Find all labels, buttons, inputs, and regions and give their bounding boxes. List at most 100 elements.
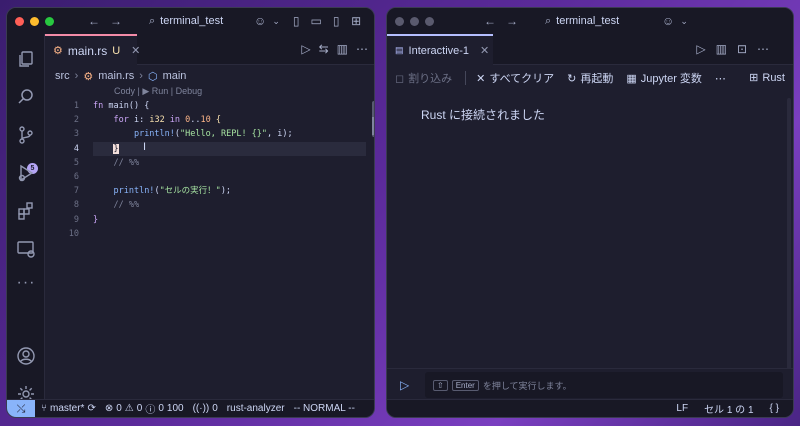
code-editor[interactable]: fn main() { for i: i32 in 0..10 { printl… [93, 99, 366, 241]
restart-button[interactable]: ↻ 再起動 [567, 70, 613, 86]
customize-layout-icon[interactable]: ⊞ [347, 14, 365, 28]
language-braces[interactable]: { } [770, 403, 779, 414]
search-icon: ⌕ [545, 14, 552, 27]
code-line: println!("Hello, REPL! {}", i); [133, 129, 293, 140]
remote-explorer-icon[interactable] [16, 239, 36, 259]
editor-window: ← → ⌕ terminal_test ☺ ⌄ ▯ ▭ ▯ ⊞ 5 ··· ⚙ … [6, 7, 375, 418]
line-number: 8 [73, 200, 79, 211]
minimize-window-button[interactable] [30, 16, 39, 26]
tab-untracked-badge: U [112, 44, 121, 57]
more-actions-icon[interactable]: ⋯ [757, 42, 769, 56]
more-icon[interactable]: ··· [16, 274, 36, 294]
remote-indicator-icon[interactable]: ⤯ [7, 399, 35, 417]
breadcrumb-file[interactable]: main.rs [98, 70, 134, 82]
maximize-window-button[interactable] [425, 16, 434, 26]
rust-analyzer-status[interactable]: rust-analyzer [227, 403, 285, 414]
tab-label: Interactive-1 [408, 44, 470, 57]
broadcast-icon: ((·)) [192, 403, 210, 414]
line-number: 7 [73, 186, 79, 197]
close-window-button[interactable] [395, 16, 404, 26]
tab-interactive-1[interactable]: ▤ Interactive-1 ✕ [387, 34, 493, 65]
toggle-panel-icon[interactable]: ▭ [307, 14, 325, 28]
search-icon[interactable] [16, 87, 36, 107]
minimize-window-button[interactable] [410, 16, 419, 26]
window-title: terminal_test [556, 15, 620, 27]
more-actions-icon[interactable]: ⋯ [356, 42, 368, 56]
variables-button[interactable]: ▦ Jupyter 変数 [626, 70, 702, 86]
command-center-search[interactable]: ⌕ terminal_test [535, 12, 629, 30]
explorer-icon[interactable] [16, 49, 36, 69]
lock-icon[interactable]: ⊡ [737, 42, 747, 56]
close-icon[interactable]: ✕ [131, 44, 140, 57]
sync-icon: ⟳ [87, 403, 96, 414]
breadcrumb-symbol[interactable]: main [163, 70, 187, 82]
accounts-icon[interactable] [16, 346, 36, 366]
more-toolbar-button[interactable]: ⋯ [715, 72, 726, 85]
chevron-down-icon[interactable]: ⌄ [267, 16, 285, 27]
input-editor[interactable]: ⇧ Enter を押して実行します。 [425, 372, 783, 398]
title-bar: ← → ⌕ terminal_test ☺ ⌄ [387, 8, 793, 34]
split-editor-icon[interactable]: ▥ [716, 42, 727, 56]
text-cursor: } [113, 143, 119, 154]
extensions-icon[interactable] [16, 201, 36, 221]
stop-icon: ◻ [395, 72, 405, 85]
command-center-search[interactable]: ⌕ terminal_test [139, 12, 233, 30]
restart-icon: ↻ [567, 72, 577, 85]
ports-indicator[interactable]: ((·)) 0 [193, 403, 218, 414]
eol-indicator[interactable]: LF [676, 403, 688, 414]
editor-actions: ▷ ⇆ ▥ ⋯ [301, 42, 368, 56]
toggle-secondary-sidebar-icon[interactable]: ▯ [327, 14, 345, 28]
vim-mode: -- NORMAL -- [293, 403, 355, 414]
line-number: 4 [73, 143, 79, 154]
run-icon[interactable]: ▷ [301, 42, 310, 56]
shift-key-badge: ⇧ [433, 379, 448, 391]
interactive-tab-bar: ▤ Interactive-1 ✕ ▷ ▥ ⊡ ⋯ [387, 34, 793, 65]
codelens-actions[interactable]: Cody | ▶ Run | Debug [114, 86, 202, 97]
line-number: 6 [73, 171, 79, 182]
enter-key-badge: Enter [451, 379, 479, 391]
chevron-down-icon[interactable]: ⌄ [675, 16, 693, 27]
mouse-ibeam-cursor: I [143, 141, 147, 153]
open-changes-icon[interactable]: ⇆ [319, 42, 329, 56]
clear-all-button[interactable]: ✕ すべてクリア [476, 70, 554, 86]
connection-message: Rust に接続されました [421, 108, 546, 122]
line-number: 3 [73, 129, 79, 140]
scrollbar-thumb[interactable] [372, 117, 374, 135]
run-debug-icon[interactable] [16, 163, 36, 183]
problems-indicator[interactable]: ⊗ 0 ⚠ 0 ⓘ 0 100 [105, 401, 184, 416]
activity-bar: 5 ··· [7, 34, 45, 402]
source-control-icon[interactable] [16, 125, 36, 145]
run-icon[interactable]: ▷ [696, 42, 705, 56]
kernel-picker[interactable]: ⊞ Rust [749, 71, 785, 85]
breadcrumb-folder[interactable]: src [55, 70, 70, 82]
notebook-icon: ▤ [395, 45, 404, 55]
window-title: terminal_test [160, 15, 224, 27]
forward-arrow-icon[interactable]: → [107, 14, 125, 28]
back-arrow-icon[interactable]: ← [481, 14, 499, 28]
code-line: println!("セルの実行！"); [113, 186, 232, 197]
close-icon[interactable]: ✕ [480, 44, 489, 57]
search-icon: ⌕ [149, 14, 156, 27]
interrupt-button[interactable]: ◻ 割り込み [395, 70, 452, 86]
status-bar: LF セル 1 の 1 { } [387, 399, 793, 417]
code-line: for i: i32 in 0..10 { [113, 115, 222, 126]
split-editor-icon[interactable]: ▥ [337, 42, 348, 56]
maximize-window-button[interactable] [45, 16, 54, 26]
toggle-sidebar-icon[interactable]: ▯ [287, 14, 305, 28]
rust-file-icon: ⚙ [83, 70, 94, 83]
error-icon: ⊗ [104, 403, 114, 414]
close-window-button[interactable] [15, 16, 24, 26]
git-branch[interactable]: ⑂ master* ⟳ [41, 403, 96, 414]
input-hint: を押して実行します。 [482, 380, 572, 391]
output-scrollbar[interactable] [787, 98, 791, 388]
run-icon[interactable]: ▷ [400, 378, 409, 392]
back-arrow-icon[interactable]: ← [85, 14, 103, 28]
cell-position[interactable]: セル 1 の 1 [704, 401, 753, 416]
rust-file-icon: ⚙ [53, 45, 63, 57]
branch-icon: ⑂ [41, 403, 47, 414]
code-line: fn main() { [93, 101, 150, 111]
forward-arrow-icon[interactable]: → [503, 14, 521, 28]
tab-main-rs[interactable]: ⚙ main.rs U ✕ [45, 34, 140, 65]
